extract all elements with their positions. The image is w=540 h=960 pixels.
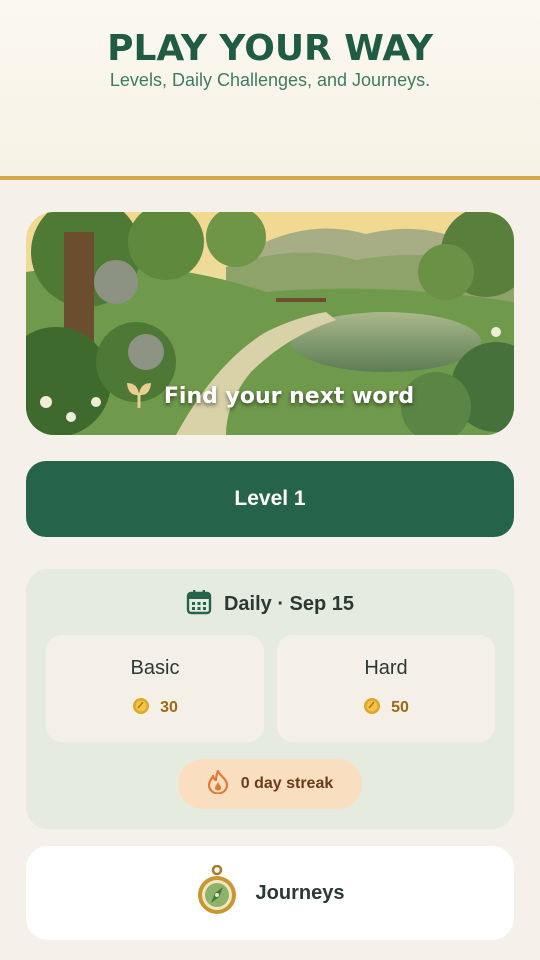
mode-reward: 50 [277,697,495,719]
streak-badge: 0 day streak [178,759,362,809]
hero-caption-text: Find your next word [163,383,415,409]
streak-label: 0 day streak [240,775,334,792]
level-button-label: Level 1 [234,487,306,510]
daily-title: Daily · Sep 15 [223,592,355,615]
mode-reward: 30 [46,697,264,719]
hero-caption[interactable]: Find your next word [0,380,540,412]
sprout-icon [126,380,152,412]
reward-value: 30 [160,699,178,716]
daily-hard-button[interactable]: Hard 50 [277,635,495,742]
daily-basic-button[interactable]: Basic 30 [46,635,264,742]
compass-icon [196,864,238,921]
coin-icon [363,697,381,719]
flame-icon [207,769,229,798]
reward-value: 50 [391,699,409,716]
header: PLAY YOUR WAY Levels, Daily Challenges, … [0,0,540,180]
daily-header: Daily · Sep 15 [26,589,514,619]
page-subtitle: Levels, Daily Challenges, and Journeys. [109,70,431,90]
page-title: PLAY YOUR WAY [107,28,433,69]
level-button[interactable]: Level 1 [26,461,514,537]
mode-name: Hard [364,657,408,679]
journeys-label: Journeys [255,881,345,904]
calendar-icon [186,589,212,619]
coin-icon [132,697,150,719]
mode-name: Basic [130,657,180,679]
journeys-button[interactable]: Journeys [26,846,514,940]
daily-challenge-card: Daily · Sep 15 Basic 30 Hard 50 0 day st… [26,569,514,829]
